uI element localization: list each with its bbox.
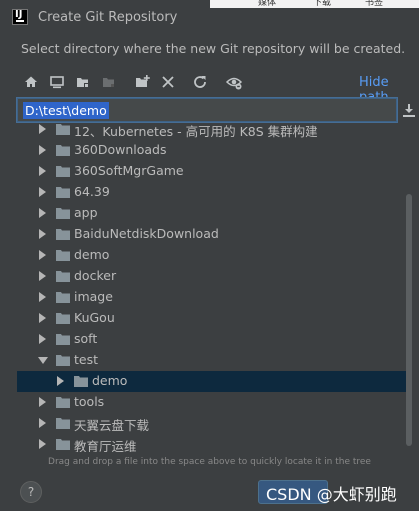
tree-item-label: demo <box>74 247 110 262</box>
tree-item-label: tools <box>74 394 105 409</box>
background-tab: 媒体 <box>258 0 277 8</box>
tree-item-label: image <box>74 289 113 304</box>
help-button[interactable]: ? <box>20 481 42 503</box>
tree-row[interactable]: BaiduNetdiskDownload <box>17 224 406 245</box>
folder-icon <box>56 397 70 408</box>
folder-icon <box>56 418 70 429</box>
project-folder-icon[interactable] <box>74 73 92 91</box>
background-tab: 下载 <box>313 0 332 8</box>
path-row: D:\test\demo <box>17 98 419 124</box>
tree-scrollbar[interactable] <box>404 124 414 452</box>
collapsed-arrow-icon[interactable] <box>39 250 46 260</box>
show-hidden-icon[interactable] <box>225 73 243 91</box>
tree-row[interactable]: 64.39 <box>17 182 406 203</box>
tree-row[interactable]: test <box>17 350 406 371</box>
collapsed-arrow-icon[interactable] <box>39 166 46 176</box>
folder-icon <box>56 124 70 135</box>
tree-row[interactable]: 教育厅运维 <box>17 434 406 452</box>
csdn-watermark: CSDN @大虾别跑 <box>266 485 397 504</box>
tree-item-label: 64.39 <box>74 184 110 199</box>
folder-icon <box>56 355 70 366</box>
collapsed-arrow-icon[interactable] <box>39 124 46 134</box>
tree-row[interactable]: 360Downloads <box>17 140 406 161</box>
tree-row[interactable]: 天翼云盘下载 <box>17 413 406 434</box>
tree-item-label: 12、Kubernetes - 高可用的 K8S 集群构建 <box>74 124 318 139</box>
drag-drop-hint: Drag and drop a file into the space abov… <box>48 457 371 467</box>
path-input-value: D:\test\demo <box>23 102 109 119</box>
dialog-description: Select directory where the new Git repos… <box>21 41 406 56</box>
tree-row[interactable]: demo <box>17 371 406 392</box>
folder-icon <box>56 292 70 303</box>
collapsed-arrow-icon[interactable] <box>39 208 46 218</box>
folder-icon <box>56 229 70 240</box>
tree-row[interactable]: tools <box>17 392 406 413</box>
folder-icon <box>56 145 70 156</box>
folder-icon <box>56 187 70 198</box>
desktop-icon[interactable] <box>48 73 66 91</box>
collapsed-arrow-icon[interactable] <box>57 376 64 386</box>
collapsed-arrow-icon[interactable] <box>39 397 46 407</box>
tree-item-label: 360Downloads <box>74 142 167 157</box>
collapsed-arrow-icon[interactable] <box>39 187 46 197</box>
tree-row[interactable]: soft <box>17 329 406 350</box>
home-icon[interactable] <box>22 73 40 91</box>
download-icon[interactable] <box>403 103 415 117</box>
tree-item-label: test <box>74 352 99 367</box>
folder-icon <box>56 334 70 345</box>
collapsed-arrow-icon[interactable] <box>39 292 46 302</box>
tree-item-label: docker <box>74 268 117 283</box>
expanded-arrow-icon[interactable] <box>38 357 48 364</box>
tree-item-label: KuGou <box>74 310 115 325</box>
collapsed-arrow-icon[interactable] <box>39 418 46 428</box>
folder-icon <box>56 439 70 450</box>
tree-row[interactable]: docker <box>17 266 406 287</box>
folder-icon <box>56 313 70 324</box>
tree-row[interactable]: image <box>17 287 406 308</box>
background-tab: 书签 <box>365 0 384 8</box>
background-window-strip: 媒体 下载 书签 <box>210 0 419 8</box>
tree-item-label: 教育厅运维 <box>74 439 137 452</box>
refresh-icon[interactable] <box>191 73 209 91</box>
tree-row[interactable]: demo <box>17 245 406 266</box>
collapsed-arrow-icon[interactable] <box>39 439 46 449</box>
tree-item-label: app <box>74 205 98 220</box>
collapsed-arrow-icon[interactable] <box>39 271 46 281</box>
tree-item-label: soft <box>74 331 98 346</box>
folder-icon <box>74 376 88 387</box>
new-folder-icon[interactable] <box>134 73 152 91</box>
collapsed-arrow-icon[interactable] <box>39 145 46 155</box>
folder-icon <box>56 166 70 177</box>
tree-row[interactable]: KuGou <box>17 308 406 329</box>
tree-row[interactable]: app <box>17 203 406 224</box>
module-folder-icon[interactable] <box>100 73 118 91</box>
collapsed-arrow-icon[interactable] <box>39 313 46 323</box>
tree-row[interactable]: 12、Kubernetes - 高可用的 K8S 集群构建 <box>17 124 406 140</box>
path-input[interactable]: D:\test\demo <box>17 98 397 122</box>
folder-icon <box>56 250 70 261</box>
delete-icon[interactable] <box>159 73 177 91</box>
scrollbar-thumb[interactable] <box>406 194 412 446</box>
tree-row[interactable]: 360SoftMgrGame <box>17 161 406 182</box>
folder-icon <box>56 271 70 282</box>
tree-item-label: demo <box>92 373 128 388</box>
tree-item-label: 360SoftMgrGame <box>74 163 184 178</box>
dialog-title: Create Git Repository <box>38 10 178 25</box>
intellij-logo-icon: IJ <box>12 9 28 25</box>
directory-tree[interactable]: 12、Kubernetes - 高可用的 K8S 集群构建 360Download… <box>17 124 406 452</box>
tree-item-label: 天翼云盘下载 <box>74 418 150 433</box>
collapsed-arrow-icon[interactable] <box>39 229 46 239</box>
folder-icon <box>56 208 70 219</box>
collapsed-arrow-icon[interactable] <box>39 334 46 344</box>
tree-item-label: BaiduNetdiskDownload <box>74 226 219 241</box>
